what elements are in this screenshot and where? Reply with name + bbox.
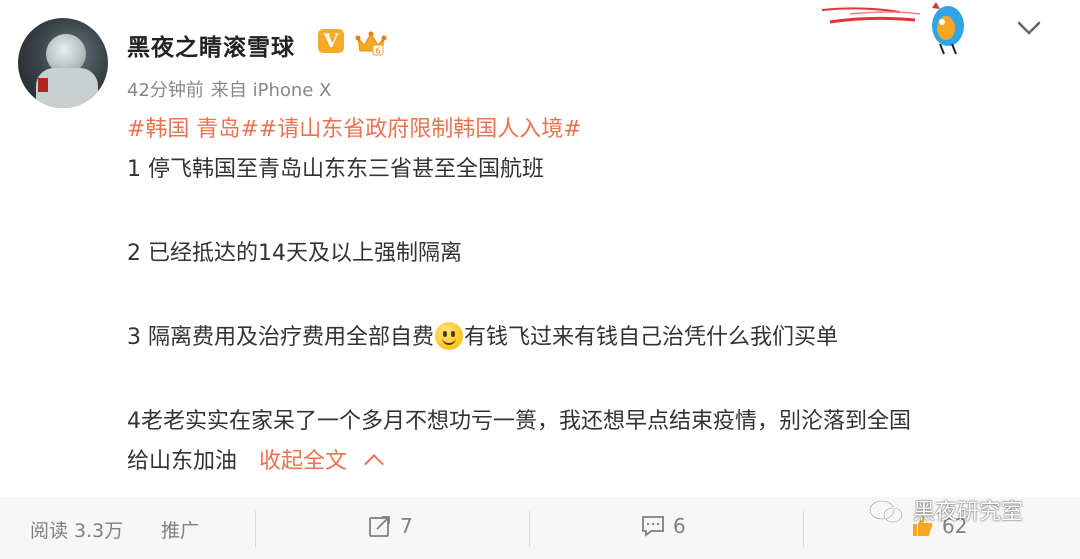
divider	[255, 511, 256, 547]
divider	[803, 511, 804, 547]
content-line-1: 1 停飞韩国至青岛山东东三省甚至全国航班	[127, 157, 544, 182]
watermark-text: 黑夜研究室	[913, 500, 1024, 525]
wechat-icon	[869, 500, 903, 523]
crown-member-icon[interactable]: 6	[355, 29, 387, 57]
repost-count: 7	[400, 514, 413, 538]
repost-button[interactable]: 7	[368, 514, 413, 538]
content-line-4: 4老老实实在家呆了一个多月不想功亏一篑，我还想早点结束疫情，别沦落到全国	[127, 409, 911, 434]
topic-link[interactable]: #韩国 青岛##请山东省政府限制韩国人入境#	[127, 110, 1057, 150]
content-line-3-part2: 有钱飞过来有钱自己治凭什么我们买单	[464, 325, 839, 350]
chevron-up-icon[interactable]	[364, 454, 384, 474]
comment-button[interactable]: 6	[641, 514, 686, 538]
decorative-sticker	[821, 2, 964, 55]
promote-button[interactable]: 推广	[161, 516, 199, 543]
comment-icon	[642, 516, 664, 537]
post-time[interactable]: 42分钟前	[127, 80, 204, 101]
post-meta: 42分钟前 来自 iPhone X	[127, 76, 331, 102]
read-count: 阅读 3.3万	[30, 520, 124, 542]
collapse-link[interactable]: 收起全文	[259, 449, 347, 474]
chevron-down-icon[interactable]	[1015, 14, 1043, 42]
content-line-5: 给山东加油 收起全文	[127, 442, 1057, 482]
verified-v-icon: V	[318, 29, 344, 53]
avatar[interactable]	[18, 18, 108, 108]
content-line-5-text: 给山东加油	[127, 449, 238, 474]
repost-icon	[369, 516, 390, 537]
username[interactable]: 黑夜之睛滚雪球	[127, 28, 295, 62]
comment-count: 6	[673, 514, 686, 538]
flag-patch	[38, 78, 48, 92]
divider	[529, 511, 530, 547]
content-line-2: 2 已经抵达的14天及以上强制隔离	[127, 241, 462, 266]
content-line-3-part1: 3 隔离费用及治疗费用全部自费	[127, 325, 434, 350]
svg-text:6: 6	[375, 47, 380, 56]
post-content: #韩国 青岛##请山东省政府限制韩国人入境# 1 停飞韩国至青岛山东东三省甚至全…	[127, 110, 1057, 482]
content-line-3: 3 隔离费用及治疗费用全部自费 有钱飞过来有钱自己治凭什么我们买单	[127, 318, 1057, 358]
post-source: 来自 iPhone X	[210, 80, 332, 101]
smile-emoji-icon	[435, 322, 463, 350]
